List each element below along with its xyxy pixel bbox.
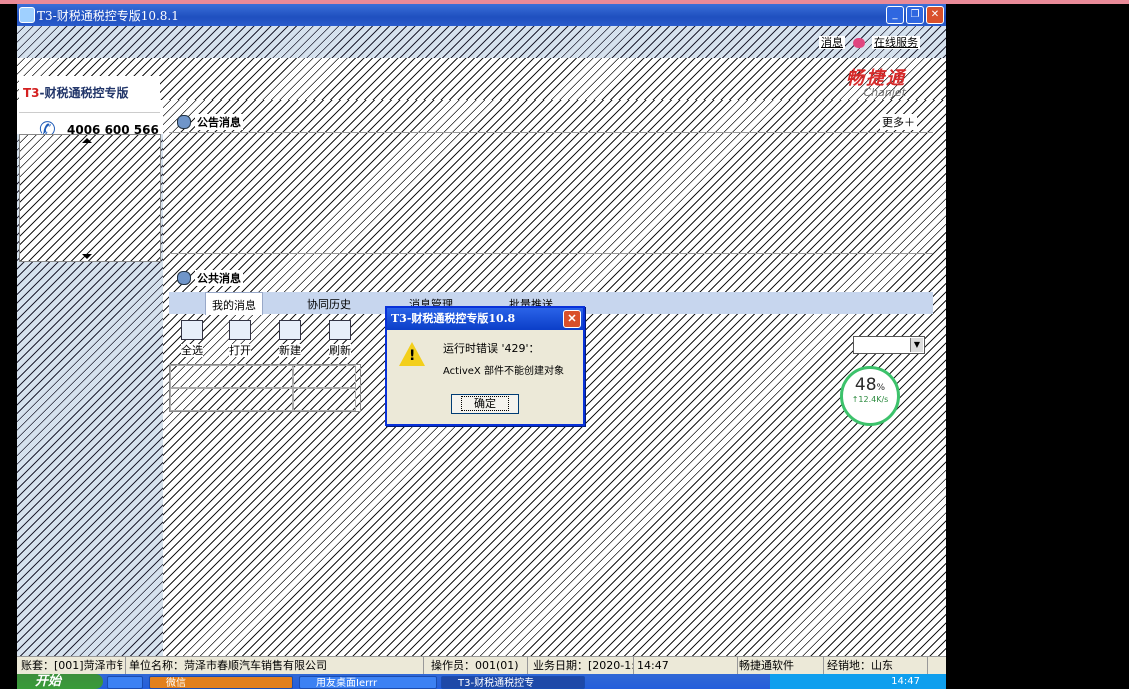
sidebar [17,134,163,660]
dialog-title-bar[interactable]: T3-财税通税控专版10.8 ✕ [387,308,583,330]
error-message-line2: ActiveX 部件不能创建对象 [443,366,564,377]
chevron-down-icon[interactable]: ▼ [910,338,923,352]
list-cell [292,365,356,389]
list-cell [292,387,356,411]
new-button[interactable]: 新建 [273,320,307,358]
dialog-close-button[interactable]: ✕ [563,310,581,328]
maximize-button[interactable]: ❐ [906,6,924,24]
status-company: 单位名称：菏泽市春顺汽车销售有限公司 [125,657,424,675]
message-list[interactable] [169,364,361,412]
chanjet-logo: 畅捷通 Chanjet [846,64,906,99]
status-vendor: 畅捷通软件 [735,657,824,675]
quicklaunch-icon[interactable] [107,676,143,689]
warning-mark: ! [409,348,416,364]
product-name: T3-财税通税控专版 [23,86,129,100]
public-header: 公共消息 [169,266,933,286]
app-icon [19,7,35,23]
refresh-button[interactable]: 刷新 [323,320,357,358]
open-icon [229,320,251,340]
status-distributor: 经销地：山东 [823,657,928,675]
tab-collab-history[interactable]: 协同历史 [301,296,357,314]
more-link[interactable]: 更多＋ [880,114,917,130]
minimize-button[interactable]: _ [886,6,904,24]
title-bar[interactable]: T3-财税通税控专版10.8.1 _ ❐ ✕ [17,4,946,26]
status-business-date: 业务日期：[2020-1: [529,657,634,675]
error-dialog: T3-财税通税控专版10.8 ✕ ! 运行时错误 '429'： ActiveX … [385,306,585,426]
network-speed-gauge[interactable]: 48% ↑12.4K/s [840,366,900,426]
tab-my-messages[interactable]: 我的消息 [205,292,263,315]
service-icon [852,38,865,48]
list-cell [170,387,294,411]
taskbar-item-wechat[interactable]: 微信 [149,676,293,689]
list-cell [170,365,294,389]
system-tray: 14:47 [770,674,946,689]
status-bar: 账套：[001]菏泽市钅 单位名称：菏泽市春顺汽车销售有限公司 操作员：001(… [17,656,946,675]
scroll-up-icon[interactable] [82,138,92,143]
public-title: 公共消息 [195,270,243,286]
open-button[interactable]: 打开 [223,320,257,358]
new-icon [279,320,301,340]
notice-header: 公告消息 更多＋ [169,110,933,130]
select-all-button[interactable]: 全选 [175,320,209,358]
window-title: T3-财税通税控专版10.8.1 [37,9,179,23]
gauge-speed: ↑12.4K/s [851,395,889,404]
taskbar-item-t3[interactable]: T3-财税通税控专 [441,676,585,689]
top-nav-bar: 消息 在线服务 [17,26,946,58]
select-all-icon [181,320,203,340]
notice-title: 公告消息 [195,114,243,130]
error-message-line1: 运行时错误 '429'： [443,342,540,355]
status-account: 账套：[001]菏泽市钅 [17,657,126,675]
public-icon [177,271,191,285]
gauge-percent: 48% [854,375,886,395]
status-operator: 操作员：001(01) [427,657,528,675]
dialog-title: T3-财税通税控专版10.8 [391,312,516,325]
scroll-down-icon[interactable] [82,254,92,259]
message-link[interactable]: 消息 [819,36,845,49]
sidebar-panel[interactable] [19,134,161,262]
notice-icon [177,115,191,129]
status-time: 14:47 [633,657,738,675]
online-service-link[interactable]: 在线服务 [872,36,920,49]
taskbar-item-yonyou[interactable]: 用友桌面Ierrr [299,676,437,689]
close-button[interactable]: ✕ [926,6,944,24]
tray-clock[interactable]: 14:47 [891,674,920,689]
notice-list [169,132,933,254]
start-button[interactable]: 开始 [17,674,103,689]
ok-button[interactable]: 确定 [451,394,519,414]
nav-links: 消息 在线服务 [819,34,920,50]
refresh-icon [329,320,351,340]
taskbar: 开始 微信 用友桌面Ierrr T3-财税通税控专 14:47 [17,674,946,689]
filter-select[interactable]: ▼ [853,336,925,354]
